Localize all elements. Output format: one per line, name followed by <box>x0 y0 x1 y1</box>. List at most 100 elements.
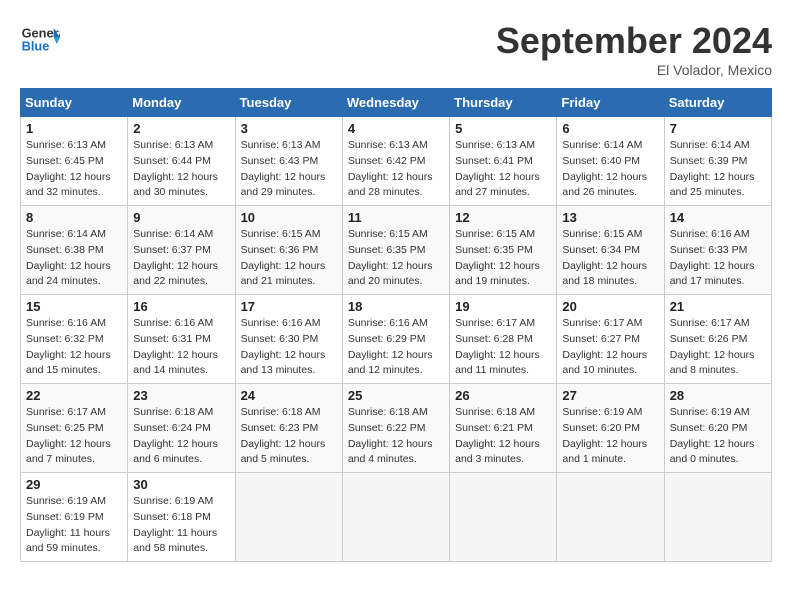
calendar-day-12: 12 Sunrise: 6:15 AM Sunset: 6:35 PM Dayl… <box>450 206 557 295</box>
day-info: Sunrise: 6:15 AM Sunset: 6:35 PM Dayligh… <box>455 227 551 290</box>
day-info: Sunrise: 6:14 AM Sunset: 6:39 PM Dayligh… <box>670 138 766 201</box>
svg-text:Blue: Blue <box>22 38 50 53</box>
calendar-day-11: 11 Sunrise: 6:15 AM Sunset: 6:35 PM Dayl… <box>342 206 449 295</box>
calendar-day-3: 3 Sunrise: 6:13 AM Sunset: 6:43 PM Dayli… <box>235 117 342 206</box>
calendar-empty-cell <box>450 473 557 562</box>
calendar-day-1: 1 Sunrise: 6:13 AM Sunset: 6:45 PM Dayli… <box>21 117 128 206</box>
calendar-day-23: 23 Sunrise: 6:18 AM Sunset: 6:24 PM Dayl… <box>128 384 235 473</box>
location: El Volador, Mexico <box>496 62 772 78</box>
day-info: Sunrise: 6:18 AM Sunset: 6:24 PM Dayligh… <box>133 405 229 468</box>
calendar-header-tuesday: Tuesday <box>235 89 342 117</box>
calendar-empty-cell <box>664 473 771 562</box>
calendar-header-wednesday: Wednesday <box>342 89 449 117</box>
calendar-day-10: 10 Sunrise: 6:15 AM Sunset: 6:36 PM Dayl… <box>235 206 342 295</box>
calendar-day-18: 18 Sunrise: 6:16 AM Sunset: 6:29 PM Dayl… <box>342 295 449 384</box>
day-info: Sunrise: 6:14 AM Sunset: 6:38 PM Dayligh… <box>26 227 122 290</box>
day-number: 14 <box>670 210 766 225</box>
calendar-day-27: 27 Sunrise: 6:19 AM Sunset: 6:20 PM Dayl… <box>557 384 664 473</box>
day-number: 29 <box>26 477 122 492</box>
day-number: 3 <box>241 121 337 136</box>
day-info: Sunrise: 6:17 AM Sunset: 6:25 PM Dayligh… <box>26 405 122 468</box>
calendar-week-4: 22 Sunrise: 6:17 AM Sunset: 6:25 PM Dayl… <box>21 384 772 473</box>
calendar-header-friday: Friday <box>557 89 664 117</box>
day-info: Sunrise: 6:16 AM Sunset: 6:29 PM Dayligh… <box>348 316 444 379</box>
day-info: Sunrise: 6:18 AM Sunset: 6:21 PM Dayligh… <box>455 405 551 468</box>
day-number: 22 <box>26 388 122 403</box>
day-info: Sunrise: 6:19 AM Sunset: 6:19 PM Dayligh… <box>26 494 122 557</box>
title-block: September 2024 El Volador, Mexico <box>496 20 772 78</box>
day-number: 5 <box>455 121 551 136</box>
day-number: 19 <box>455 299 551 314</box>
day-number: 23 <box>133 388 229 403</box>
day-number: 26 <box>455 388 551 403</box>
day-number: 12 <box>455 210 551 225</box>
day-info: Sunrise: 6:18 AM Sunset: 6:22 PM Dayligh… <box>348 405 444 468</box>
day-info: Sunrise: 6:15 AM Sunset: 6:35 PM Dayligh… <box>348 227 444 290</box>
day-number: 30 <box>133 477 229 492</box>
day-info: Sunrise: 6:13 AM Sunset: 6:44 PM Dayligh… <box>133 138 229 201</box>
day-number: 27 <box>562 388 658 403</box>
day-info: Sunrise: 6:13 AM Sunset: 6:42 PM Dayligh… <box>348 138 444 201</box>
day-number: 11 <box>348 210 444 225</box>
day-number: 17 <box>241 299 337 314</box>
day-info: Sunrise: 6:15 AM Sunset: 6:36 PM Dayligh… <box>241 227 337 290</box>
day-number: 7 <box>670 121 766 136</box>
calendar-day-4: 4 Sunrise: 6:13 AM Sunset: 6:42 PM Dayli… <box>342 117 449 206</box>
day-number: 25 <box>348 388 444 403</box>
day-info: Sunrise: 6:19 AM Sunset: 6:20 PM Dayligh… <box>562 405 658 468</box>
day-number: 16 <box>133 299 229 314</box>
calendar-day-29: 29 Sunrise: 6:19 AM Sunset: 6:19 PM Dayl… <box>21 473 128 562</box>
calendar-week-1: 1 Sunrise: 6:13 AM Sunset: 6:45 PM Dayli… <box>21 117 772 206</box>
calendar-day-22: 22 Sunrise: 6:17 AM Sunset: 6:25 PM Dayl… <box>21 384 128 473</box>
day-info: Sunrise: 6:19 AM Sunset: 6:20 PM Dayligh… <box>670 405 766 468</box>
day-info: Sunrise: 6:18 AM Sunset: 6:23 PM Dayligh… <box>241 405 337 468</box>
page-header: General Blue September 2024 El Volador, … <box>20 20 772 78</box>
day-number: 6 <box>562 121 658 136</box>
calendar-header-monday: Monday <box>128 89 235 117</box>
day-number: 8 <box>26 210 122 225</box>
calendar-week-2: 8 Sunrise: 6:14 AM Sunset: 6:38 PM Dayli… <box>21 206 772 295</box>
calendar-day-7: 7 Sunrise: 6:14 AM Sunset: 6:39 PM Dayli… <box>664 117 771 206</box>
calendar-week-3: 15 Sunrise: 6:16 AM Sunset: 6:32 PM Dayl… <box>21 295 772 384</box>
day-info: Sunrise: 6:17 AM Sunset: 6:27 PM Dayligh… <box>562 316 658 379</box>
day-info: Sunrise: 6:16 AM Sunset: 6:33 PM Dayligh… <box>670 227 766 290</box>
calendar-day-26: 26 Sunrise: 6:18 AM Sunset: 6:21 PM Dayl… <box>450 384 557 473</box>
calendar-day-5: 5 Sunrise: 6:13 AM Sunset: 6:41 PM Dayli… <box>450 117 557 206</box>
day-number: 21 <box>670 299 766 314</box>
calendar-day-16: 16 Sunrise: 6:16 AM Sunset: 6:31 PM Dayl… <box>128 295 235 384</box>
logo: General Blue <box>20 20 64 60</box>
day-info: Sunrise: 6:13 AM Sunset: 6:43 PM Dayligh… <box>241 138 337 201</box>
day-info: Sunrise: 6:19 AM Sunset: 6:18 PM Dayligh… <box>133 494 229 557</box>
calendar-day-19: 19 Sunrise: 6:17 AM Sunset: 6:28 PM Dayl… <box>450 295 557 384</box>
calendar-header-sunday: Sunday <box>21 89 128 117</box>
day-info: Sunrise: 6:14 AM Sunset: 6:37 PM Dayligh… <box>133 227 229 290</box>
day-info: Sunrise: 6:15 AM Sunset: 6:34 PM Dayligh… <box>562 227 658 290</box>
day-info: Sunrise: 6:16 AM Sunset: 6:30 PM Dayligh… <box>241 316 337 379</box>
day-info: Sunrise: 6:16 AM Sunset: 6:31 PM Dayligh… <box>133 316 229 379</box>
day-info: Sunrise: 6:13 AM Sunset: 6:41 PM Dayligh… <box>455 138 551 201</box>
calendar-header-row: SundayMondayTuesdayWednesdayThursdayFrid… <box>21 89 772 117</box>
calendar-day-17: 17 Sunrise: 6:16 AM Sunset: 6:30 PM Dayl… <box>235 295 342 384</box>
day-number: 20 <box>562 299 658 314</box>
day-info: Sunrise: 6:16 AM Sunset: 6:32 PM Dayligh… <box>26 316 122 379</box>
day-number: 2 <box>133 121 229 136</box>
day-info: Sunrise: 6:14 AM Sunset: 6:40 PM Dayligh… <box>562 138 658 201</box>
calendar-day-30: 30 Sunrise: 6:19 AM Sunset: 6:18 PM Dayl… <box>128 473 235 562</box>
day-info: Sunrise: 6:17 AM Sunset: 6:28 PM Dayligh… <box>455 316 551 379</box>
calendar-week-5: 29 Sunrise: 6:19 AM Sunset: 6:19 PM Dayl… <box>21 473 772 562</box>
calendar-day-15: 15 Sunrise: 6:16 AM Sunset: 6:32 PM Dayl… <box>21 295 128 384</box>
day-info: Sunrise: 6:17 AM Sunset: 6:26 PM Dayligh… <box>670 316 766 379</box>
calendar-day-2: 2 Sunrise: 6:13 AM Sunset: 6:44 PM Dayli… <box>128 117 235 206</box>
calendar-day-13: 13 Sunrise: 6:15 AM Sunset: 6:34 PM Dayl… <box>557 206 664 295</box>
day-number: 18 <box>348 299 444 314</box>
day-info: Sunrise: 6:13 AM Sunset: 6:45 PM Dayligh… <box>26 138 122 201</box>
day-number: 4 <box>348 121 444 136</box>
calendar-day-8: 8 Sunrise: 6:14 AM Sunset: 6:38 PM Dayli… <box>21 206 128 295</box>
calendar-empty-cell <box>235 473 342 562</box>
logo-icon: General Blue <box>20 20 60 60</box>
calendar-day-6: 6 Sunrise: 6:14 AM Sunset: 6:40 PM Dayli… <box>557 117 664 206</box>
calendar-day-25: 25 Sunrise: 6:18 AM Sunset: 6:22 PM Dayl… <box>342 384 449 473</box>
calendar-empty-cell <box>557 473 664 562</box>
day-number: 13 <box>562 210 658 225</box>
day-number: 24 <box>241 388 337 403</box>
